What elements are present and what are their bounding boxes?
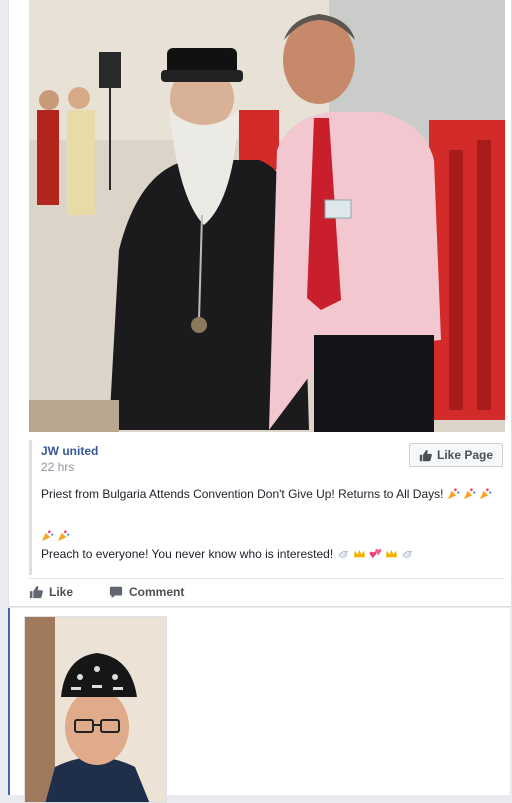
like-button[interactable]: Like — [29, 582, 73, 602]
photo2-illustration — [25, 617, 166, 802]
post-timestamp[interactable]: 22 hrs — [41, 460, 74, 474]
party-popper-icon — [463, 488, 476, 500]
dove-icon — [338, 550, 349, 558]
comment-label: Comment — [129, 585, 185, 599]
post-actions: Like Comment — [29, 582, 184, 602]
party-popper-icon — [479, 488, 492, 500]
comment-icon — [109, 586, 123, 599]
post-text-line3-wrap: Preach to everyone! You never know who i… — [41, 547, 417, 561]
like-label: Like — [49, 585, 74, 599]
thumbs-up-icon — [29, 585, 43, 599]
page-name-link[interactable]: JW united — [41, 444, 98, 458]
thumbs-up-icon — [419, 449, 432, 461]
next-post-photo[interactable] — [24, 616, 167, 803]
party-popper-icon — [57, 530, 70, 542]
crown-icon — [385, 549, 397, 558]
next-post-card — [8, 608, 510, 803]
post-text-emoji-line — [41, 529, 73, 543]
actions-divider — [29, 578, 505, 579]
like-page-button[interactable]: Like Page — [409, 443, 503, 467]
party-popper-icon — [41, 530, 54, 542]
photo-illustration — [29, 0, 505, 432]
post-text-line3: Preach to everyone! You never know who i… — [41, 547, 334, 561]
shared-post-card: JW united 22 hrs Like Page Priest from B… — [8, 0, 512, 607]
hearts-icon — [369, 548, 381, 559]
post-text-line1: Priest from Bulgaria Attends Convention … — [41, 487, 444, 501]
crown-icon — [353, 549, 365, 558]
shared-content: JW united 22 hrs Like Page Priest from B… — [29, 440, 505, 575]
post-photo[interactable] — [29, 0, 505, 432]
like-page-label: Like Page — [437, 448, 494, 462]
party-popper-icon — [447, 488, 460, 500]
comment-button[interactable]: Comment — [109, 582, 184, 602]
dove-icon — [402, 550, 413, 558]
post-text: Priest from Bulgaria Attends Convention … — [41, 487, 501, 561]
